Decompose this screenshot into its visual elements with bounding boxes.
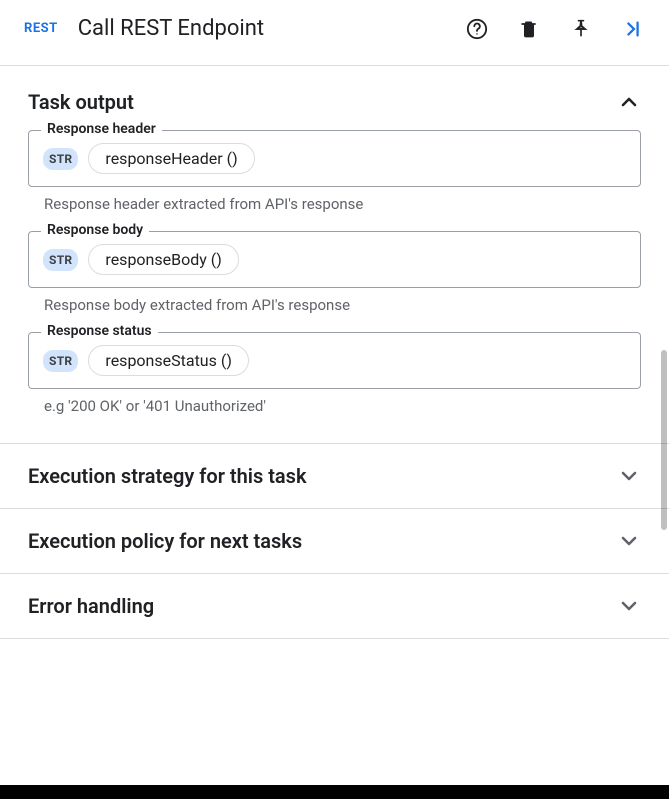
section-title-execution-strategy: Execution strategy for this task (28, 464, 307, 488)
rest-badge: REST (24, 21, 58, 36)
field-hint: e.g '200 OK' or '401 Unauthorized' (28, 397, 641, 415)
section-task-output: Task output Response header STR response… (0, 66, 669, 444)
panel-header: REST Call REST Endpoint (0, 0, 669, 65)
section-body-task-output: Response header STR responseHeader () Re… (0, 130, 669, 443)
scrollbar[interactable] (661, 90, 667, 785)
section-header-execution-policy[interactable]: Execution policy for next tasks (0, 509, 669, 573)
type-chip-str: STR (43, 148, 78, 170)
chevron-down-icon (617, 464, 641, 488)
field-legend: Response header (41, 121, 162, 137)
section-execution-strategy: Execution strategy for this task (0, 444, 669, 509)
field-response-status: Response status STR responseStatus () e.… (28, 332, 641, 415)
field-box-response-status[interactable]: Response status STR responseStatus () (28, 332, 641, 389)
section-title-error-handling: Error handling (28, 594, 154, 618)
section-execution-policy: Execution policy for next tasks (0, 509, 669, 574)
section-error-handling: Error handling (0, 574, 669, 639)
value-chip[interactable]: responseBody () (88, 244, 238, 275)
collapse-panel-icon[interactable] (621, 17, 645, 41)
task-config-panel: REST Call REST Endpoint Task output (0, 0, 669, 799)
section-title-execution-policy: Execution policy for next tasks (28, 529, 302, 553)
bottom-bar (0, 785, 669, 799)
field-hint: Response body extracted from API's respo… (28, 296, 641, 314)
field-response-header: Response header STR responseHeader () Re… (28, 130, 641, 213)
field-hint: Response header extracted from API's res… (28, 195, 641, 213)
value-chip[interactable]: responseStatus () (88, 345, 248, 376)
field-legend: Response body (41, 222, 149, 238)
chevron-down-icon (617, 594, 641, 618)
field-box-response-body[interactable]: Response body STR responseBody () (28, 231, 641, 288)
content-area: Task output Response header STR response… (0, 66, 669, 785)
header-actions (465, 17, 645, 41)
panel-title: Call REST Endpoint (78, 16, 453, 41)
help-icon[interactable] (465, 17, 489, 41)
scrollbar-thumb[interactable] (661, 350, 667, 530)
delete-icon[interactable] (517, 17, 541, 41)
section-header-error-handling[interactable]: Error handling (0, 574, 669, 638)
pin-icon[interactable] (569, 17, 593, 41)
type-chip-str: STR (43, 249, 78, 271)
type-chip-str: STR (43, 350, 78, 372)
section-header-execution-strategy[interactable]: Execution strategy for this task (0, 444, 669, 508)
field-box-response-header[interactable]: Response header STR responseHeader () (28, 130, 641, 187)
field-response-body: Response body STR responseBody () Respon… (28, 231, 641, 314)
section-title-task-output: Task output (28, 90, 134, 114)
value-chip[interactable]: responseHeader () (88, 143, 254, 174)
chevron-up-icon (617, 90, 641, 114)
field-legend: Response status (41, 323, 158, 339)
chevron-down-icon (617, 529, 641, 553)
